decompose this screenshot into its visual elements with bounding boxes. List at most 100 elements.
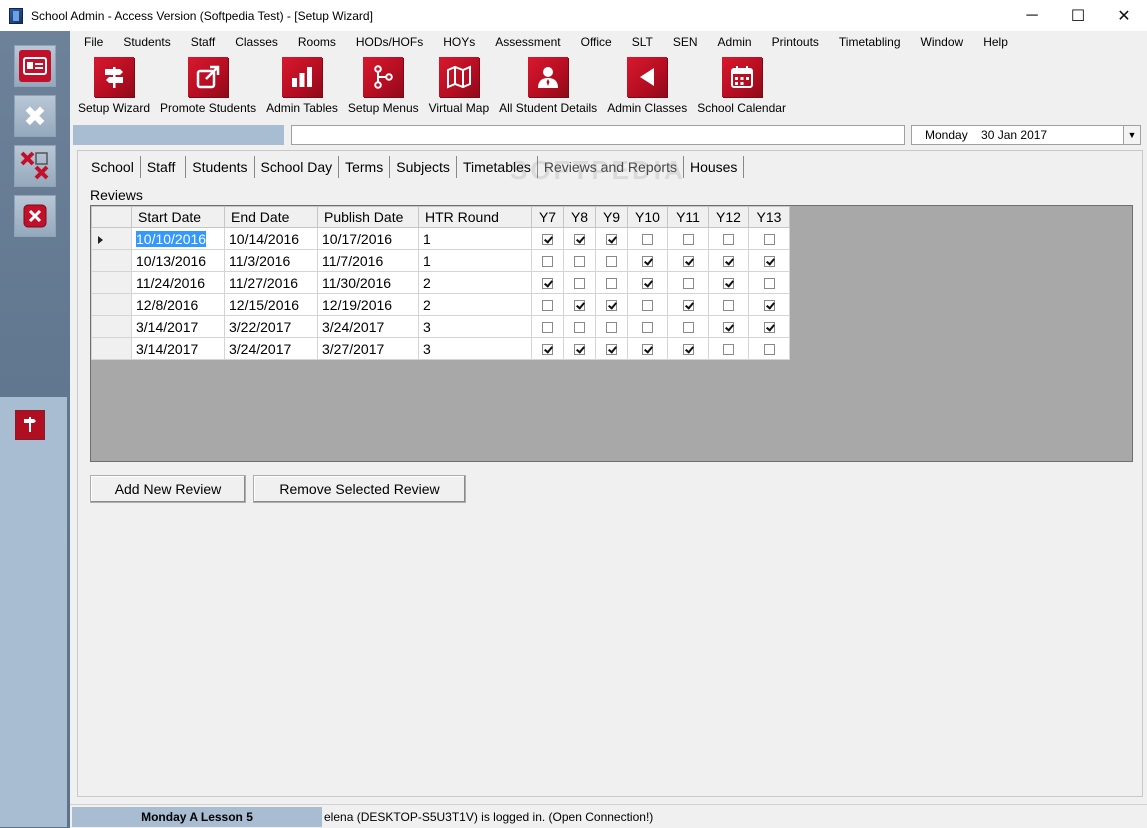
table-row[interactable]: 12/8/2016 12/15/2016 12/19/2016 2 [91,293,790,316]
tab-houses[interactable]: Houses [684,156,745,178]
menu-assessment[interactable]: Assessment [485,35,570,49]
publish-date-cell[interactable]: 10/17/2016 [317,227,419,250]
column-header[interactable]: Y11 [667,206,709,228]
year-y10-checkbox[interactable] [642,344,653,356]
year-y7-checkbox[interactable] [542,322,553,334]
start-date-cell[interactable]: 12/8/2016 [131,293,225,316]
add-new-review-button[interactable]: Add New Review [90,475,246,503]
publish-date-cell[interactable]: 11/30/2016 [317,271,419,294]
menu-students[interactable]: Students [113,35,180,49]
year-y7-checkbox[interactable] [542,234,553,246]
start-date-cell[interactable]: 10/10/2016 [131,227,225,250]
tab-school[interactable]: School [85,156,141,178]
year-y12-checkbox[interactable] [723,278,734,290]
htr-round-cell[interactable]: 3 [418,315,532,338]
end-date-cell[interactable]: 11/27/2016 [224,271,318,294]
year-y11-checkbox[interactable] [682,322,694,334]
column-header[interactable]: End Date [224,206,318,228]
chevron-down-icon[interactable]: ▼ [1123,126,1140,144]
column-header[interactable]: Y8 [563,206,596,228]
menu-printouts[interactable]: Printouts [762,35,829,49]
year-y13-checkbox[interactable] [763,278,775,290]
sidebar-exit-button[interactable] [14,195,56,237]
year-y10-checkbox[interactable] [642,300,653,312]
year-y7-checkbox[interactable] [542,278,553,290]
virtual-map-button[interactable]: Virtual Map [425,53,493,121]
setup-menus-button[interactable]: Setup Menus [344,53,423,121]
open-form-setup-wizard-button[interactable] [15,410,45,440]
menu-file[interactable]: File [74,35,113,49]
maximize-button[interactable]: ☐ [1055,0,1101,31]
table-row[interactable]: 3/14/2017 3/24/2017 3/27/2017 3 [91,337,790,360]
year-y8-checkbox[interactable] [574,278,585,290]
context-input[interactable] [291,125,905,145]
year-y9-checkbox[interactable] [606,256,617,268]
publish-date-cell[interactable]: 3/27/2017 [317,337,419,360]
table-row[interactable]: 3/14/2017 3/22/2017 3/24/2017 3 [91,315,790,338]
start-date-cell[interactable]: 3/14/2017 [131,337,225,360]
year-y8-checkbox[interactable] [574,300,585,312]
end-date-cell[interactable]: 3/24/2017 [224,337,318,360]
menu-slt[interactable]: SLT [622,35,663,49]
menu-staff[interactable]: Staff [181,35,225,49]
year-y11-checkbox[interactable] [682,278,694,290]
end-date-cell[interactable]: 11/3/2016 [224,249,318,272]
year-y8-checkbox[interactable] [574,344,585,356]
year-y11-checkbox[interactable] [682,300,694,312]
year-y12-checkbox[interactable] [723,234,734,246]
row-selector[interactable] [91,271,132,294]
date-selector[interactable]: Monday 30 Jan 2017 ▼ [911,125,1141,145]
year-y12-checkbox[interactable] [723,344,734,356]
column-header[interactable]: Publish Date [317,206,419,228]
menu-admin[interactable]: Admin [708,35,762,49]
tab-staff[interactable]: Staff [141,156,187,178]
start-date-cell[interactable]: 3/14/2017 [131,315,225,338]
tab-terms[interactable]: Terms [339,156,391,178]
year-y10-checkbox[interactable] [642,234,653,246]
admin-classes-button[interactable]: Admin Classes [603,53,691,121]
year-y12-checkbox[interactable] [723,300,734,312]
year-y13-checkbox[interactable] [763,344,775,356]
year-y8-checkbox[interactable] [574,234,585,246]
sidebar-close-all-button[interactable] [14,145,56,187]
row-selector[interactable] [91,249,132,272]
publish-date-cell[interactable]: 11/7/2016 [317,249,419,272]
htr-round-cell[interactable]: 1 [418,227,532,250]
row-selector[interactable] [91,315,132,338]
column-header[interactable]: Y10 [627,206,668,228]
table-row[interactable]: 10/10/2016 10/14/2016 10/17/2016 1 [91,227,790,250]
row-selector[interactable] [91,337,132,360]
end-date-cell[interactable]: 12/15/2016 [224,293,318,316]
column-header[interactable]: Start Date [131,206,225,228]
start-date-cell[interactable]: 11/24/2016 [131,271,225,294]
column-header[interactable]: HTR Round [418,206,532,228]
menu-window[interactable]: Window [911,35,974,49]
menu-classes[interactable]: Classes [225,35,288,49]
menu-help[interactable]: Help [973,35,1018,49]
year-y12-checkbox[interactable] [723,322,734,334]
minimize-button[interactable]: ─ [1009,0,1055,31]
htr-round-cell[interactable]: 2 [418,271,532,294]
year-y9-checkbox[interactable] [606,344,617,356]
year-y9-checkbox[interactable] [606,278,617,290]
end-date-cell[interactable]: 3/22/2017 [224,315,318,338]
year-y10-checkbox[interactable] [642,278,653,290]
year-y13-checkbox[interactable] [763,234,775,246]
setup-wizard-button[interactable]: Setup Wizard [74,53,154,121]
sidebar-id-card-button[interactable] [14,45,56,87]
tab-timetables[interactable]: Timetables [457,156,538,178]
publish-date-cell[interactable]: 3/24/2017 [317,315,419,338]
promote-students-button[interactable]: Promote Students [156,53,260,121]
column-header[interactable]: Y7 [531,206,564,228]
year-y7-checkbox[interactable] [542,256,553,268]
year-y8-checkbox[interactable] [574,256,585,268]
htr-round-cell[interactable]: 3 [418,337,532,360]
year-y11-checkbox[interactable] [682,344,694,356]
htr-round-cell[interactable]: 1 [418,249,532,272]
year-y10-checkbox[interactable] [642,256,653,268]
sidebar-close-button[interactable]: ✖ [14,95,56,137]
row-selector[interactable] [91,293,132,316]
year-y9-checkbox[interactable] [606,234,617,246]
year-y13-checkbox[interactable] [763,256,775,268]
tab-reviews-and-reports[interactable]: Reviews and Reports [538,156,684,178]
